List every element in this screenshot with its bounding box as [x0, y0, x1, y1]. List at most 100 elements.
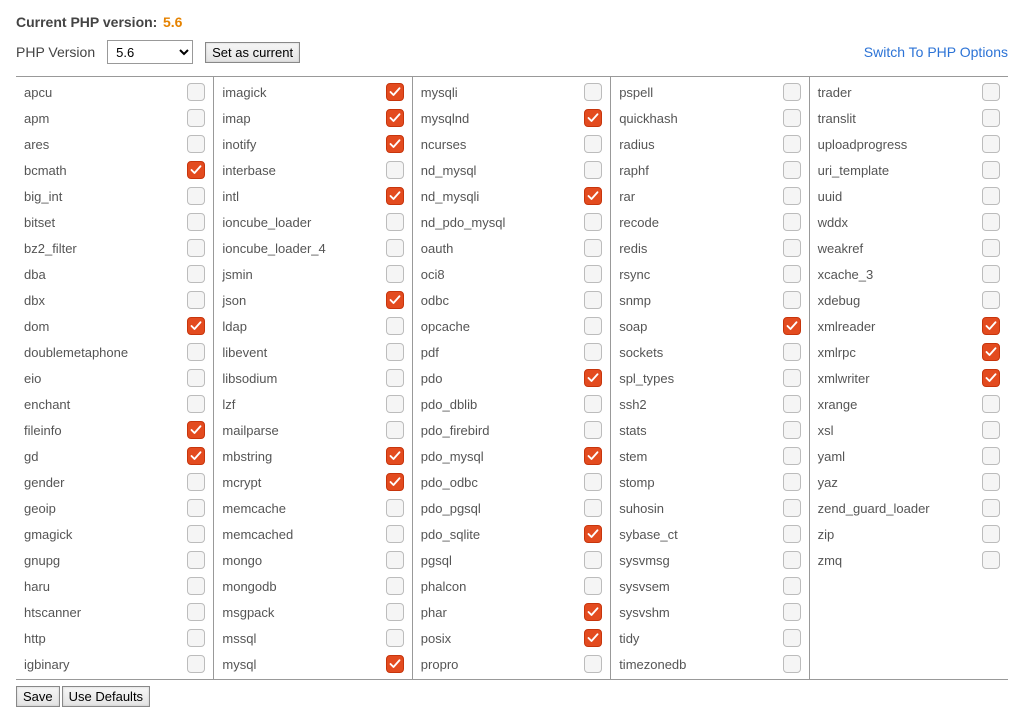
- extension-checkbox[interactable]: [386, 629, 404, 647]
- extension-checkbox[interactable]: [783, 265, 801, 283]
- extension-checkbox[interactable]: [386, 603, 404, 621]
- extension-checkbox[interactable]: [187, 395, 205, 413]
- extension-checkbox[interactable]: [783, 369, 801, 387]
- extension-checkbox[interactable]: [187, 109, 205, 127]
- extension-checkbox[interactable]: [187, 551, 205, 569]
- extension-checkbox[interactable]: [187, 447, 205, 465]
- extension-checkbox[interactable]: [982, 161, 1000, 179]
- extension-checkbox[interactable]: [584, 369, 602, 387]
- extension-checkbox[interactable]: [386, 421, 404, 439]
- extension-checkbox[interactable]: [187, 499, 205, 517]
- extension-checkbox[interactable]: [584, 395, 602, 413]
- extension-checkbox[interactable]: [584, 265, 602, 283]
- extension-checkbox[interactable]: [386, 447, 404, 465]
- extension-checkbox[interactable]: [386, 369, 404, 387]
- extension-checkbox[interactable]: [187, 629, 205, 647]
- extension-checkbox[interactable]: [187, 187, 205, 205]
- extension-checkbox[interactable]: [783, 655, 801, 673]
- extension-checkbox[interactable]: [783, 135, 801, 153]
- extension-checkbox[interactable]: [386, 317, 404, 335]
- extension-checkbox[interactable]: [584, 525, 602, 543]
- extension-checkbox[interactable]: [187, 213, 205, 231]
- extension-checkbox[interactable]: [783, 343, 801, 361]
- extension-checkbox[interactable]: [386, 499, 404, 517]
- extension-checkbox[interactable]: [584, 109, 602, 127]
- extension-checkbox[interactable]: [982, 447, 1000, 465]
- extension-checkbox[interactable]: [982, 109, 1000, 127]
- extension-checkbox[interactable]: [584, 447, 602, 465]
- extension-checkbox[interactable]: [187, 577, 205, 595]
- extension-checkbox[interactable]: [982, 421, 1000, 439]
- extension-checkbox[interactable]: [187, 525, 205, 543]
- use-defaults-button[interactable]: Use Defaults: [62, 686, 150, 707]
- extension-checkbox[interactable]: [187, 83, 205, 101]
- extension-checkbox[interactable]: [982, 551, 1000, 569]
- extension-checkbox[interactable]: [982, 187, 1000, 205]
- extension-checkbox[interactable]: [386, 473, 404, 491]
- extension-checkbox[interactable]: [982, 369, 1000, 387]
- extension-checkbox[interactable]: [982, 473, 1000, 491]
- extension-checkbox[interactable]: [386, 239, 404, 257]
- extension-checkbox[interactable]: [584, 551, 602, 569]
- extension-checkbox[interactable]: [386, 83, 404, 101]
- extension-checkbox[interactable]: [783, 213, 801, 231]
- extension-checkbox[interactable]: [584, 577, 602, 595]
- extension-checkbox[interactable]: [584, 499, 602, 517]
- extension-checkbox[interactable]: [783, 83, 801, 101]
- extension-checkbox[interactable]: [386, 343, 404, 361]
- extension-checkbox[interactable]: [982, 291, 1000, 309]
- extension-checkbox[interactable]: [982, 265, 1000, 283]
- save-button[interactable]: Save: [16, 686, 60, 707]
- extension-checkbox[interactable]: [187, 317, 205, 335]
- extension-checkbox[interactable]: [386, 551, 404, 569]
- extension-checkbox[interactable]: [783, 447, 801, 465]
- extension-checkbox[interactable]: [783, 577, 801, 595]
- extension-checkbox[interactable]: [386, 265, 404, 283]
- extension-checkbox[interactable]: [783, 239, 801, 257]
- extension-checkbox[interactable]: [187, 421, 205, 439]
- extension-checkbox[interactable]: [783, 395, 801, 413]
- extension-checkbox[interactable]: [783, 187, 801, 205]
- extension-checkbox[interactable]: [584, 161, 602, 179]
- extension-checkbox[interactable]: [783, 109, 801, 127]
- extension-checkbox[interactable]: [386, 525, 404, 543]
- extension-checkbox[interactable]: [982, 525, 1000, 543]
- extension-checkbox[interactable]: [187, 343, 205, 361]
- extension-checkbox[interactable]: [187, 473, 205, 491]
- php-version-select[interactable]: 5.6: [107, 40, 193, 64]
- extension-checkbox[interactable]: [584, 135, 602, 153]
- extension-checkbox[interactable]: [386, 577, 404, 595]
- extension-checkbox[interactable]: [982, 83, 1000, 101]
- switch-to-php-options-link[interactable]: Switch To PHP Options: [864, 44, 1008, 60]
- extension-checkbox[interactable]: [584, 473, 602, 491]
- extension-checkbox[interactable]: [386, 109, 404, 127]
- extension-checkbox[interactable]: [982, 317, 1000, 335]
- extension-checkbox[interactable]: [187, 291, 205, 309]
- extension-checkbox[interactable]: [386, 395, 404, 413]
- extension-checkbox[interactable]: [584, 421, 602, 439]
- extension-checkbox[interactable]: [386, 213, 404, 231]
- extension-checkbox[interactable]: [187, 369, 205, 387]
- extension-checkbox[interactable]: [982, 395, 1000, 413]
- extension-checkbox[interactable]: [584, 343, 602, 361]
- extension-checkbox[interactable]: [584, 629, 602, 647]
- extension-checkbox[interactable]: [783, 551, 801, 569]
- extension-checkbox[interactable]: [584, 239, 602, 257]
- extension-checkbox[interactable]: [783, 603, 801, 621]
- extension-checkbox[interactable]: [187, 239, 205, 257]
- extension-checkbox[interactable]: [783, 161, 801, 179]
- extension-checkbox[interactable]: [187, 603, 205, 621]
- extension-checkbox[interactable]: [584, 213, 602, 231]
- extension-checkbox[interactable]: [982, 499, 1000, 517]
- extension-checkbox[interactable]: [783, 291, 801, 309]
- extension-checkbox[interactable]: [187, 265, 205, 283]
- extension-checkbox[interactable]: [584, 655, 602, 673]
- extension-checkbox[interactable]: [783, 421, 801, 439]
- extension-checkbox[interactable]: [584, 291, 602, 309]
- extension-checkbox[interactable]: [584, 317, 602, 335]
- extension-checkbox[interactable]: [386, 161, 404, 179]
- extension-checkbox[interactable]: [386, 655, 404, 673]
- extension-checkbox[interactable]: [783, 317, 801, 335]
- extension-checkbox[interactable]: [386, 291, 404, 309]
- extension-checkbox[interactable]: [187, 161, 205, 179]
